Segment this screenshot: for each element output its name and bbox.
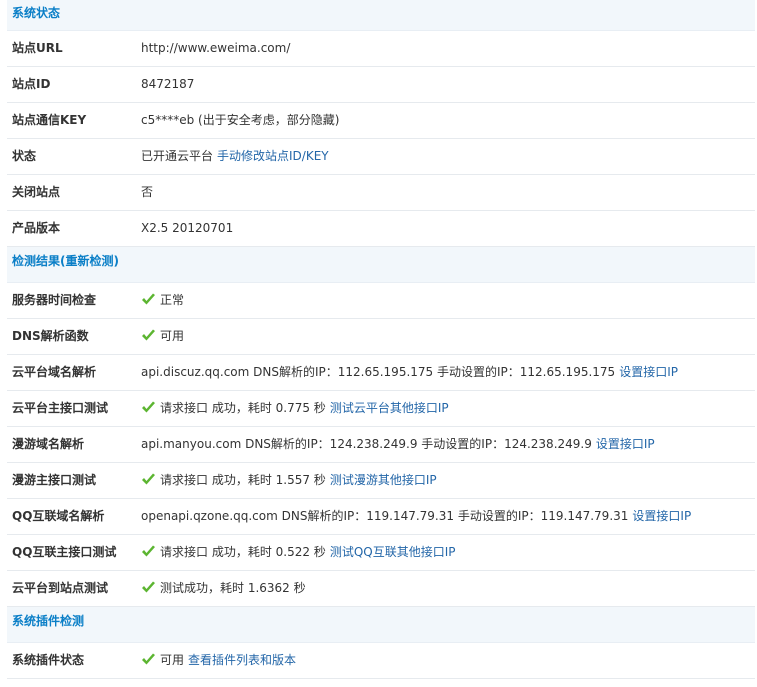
edit-site-id-key-link[interactable]: 手动修改站点ID/KEY <box>217 149 329 163</box>
row-server-time: 服务器时间检查 正常 <box>7 283 755 319</box>
row-qq-dns: QQ互联域名解析 openapi.qzone.qq.com DNS解析的IP：1… <box>7 499 755 535</box>
row-label: 站点URL <box>12 41 63 55</box>
row-cloud-api: 云平台主接口测试 请求接口 成功，耗时 0.775 秒测试云平台其他接口IP <box>7 391 755 427</box>
cloud-api-value: 请求接口 成功，耗时 0.775 秒 <box>160 401 326 415</box>
recheck-link[interactable]: 重新检测 <box>66 254 114 268</box>
row-label: 站点通信KEY <box>12 113 87 127</box>
row-plugin-state: 系统插件状态 可用 查看插件列表和版本 <box>7 643 755 679</box>
cloud-api-value-wrap: 请求接口 成功，耗时 0.775 秒测试云平台其他接口IP <box>141 391 449 426</box>
manyou-dns-value: api.manyou.com DNS解析的IP：124.238.249.9 手动… <box>141 437 592 451</box>
section-header-check-results: 检测结果(重新检测) <box>7 247 755 283</box>
row-label: 漫游域名解析 <box>12 437 85 451</box>
row-label: 云平台主接口测试 <box>12 401 109 415</box>
green-check-icon <box>142 293 155 305</box>
row-cloud-dns: 云平台域名解析 api.discuz.qq.com DNS解析的IP：112.6… <box>7 355 755 391</box>
row-dns-func: DNS解析函数 可用 <box>7 319 755 355</box>
server-time-value-wrap: 正常 <box>141 283 184 318</box>
section-title: 检测结果 <box>12 254 61 268</box>
qq-dns-value-wrap: openapi.qzone.qq.com DNS解析的IP：119.147.79… <box>141 499 691 534</box>
site-key-value: c5****eb (出于安全考虑，部分隐藏) <box>141 113 340 127</box>
row-close-site: 关闭站点 否 <box>7 175 755 211</box>
server-time-value: 正常 <box>160 293 185 307</box>
test-manyou-other-ip-link[interactable]: 测试漫游其他接口IP <box>330 473 437 487</box>
row-label: 关闭站点 <box>12 185 61 199</box>
row-label: 漫游主接口测试 <box>12 473 97 487</box>
row-state: 状态 已开通云平台 手动修改站点ID/KEY <box>7 139 755 175</box>
set-manyou-api-ip-link[interactable]: 设置接口IP <box>596 437 655 451</box>
row-label: QQ互联域名解析 <box>12 509 105 523</box>
row-label: 系统插件状态 <box>12 653 85 667</box>
section-title: 系统插件检测 <box>12 614 85 628</box>
row-label: 状态 <box>12 149 37 163</box>
row-manyou-dns: 漫游域名解析 api.manyou.com DNS解析的IP：124.238.2… <box>7 427 755 463</box>
row-label: 云平台到站点测试 <box>12 581 109 595</box>
qq-dns-value: openapi.qzone.qq.com DNS解析的IP：119.147.79… <box>141 509 629 523</box>
row-label: 站点ID <box>12 77 51 91</box>
paren-close: ) <box>113 254 119 268</box>
section-header-plugin-check: 系统插件检测 <box>7 607 755 643</box>
site-id-value: 8472187 <box>141 77 195 91</box>
row-label: 产品版本 <box>12 221 61 235</box>
green-check-icon <box>142 581 155 593</box>
green-check-icon <box>142 401 155 413</box>
row-cloud-to-site: 云平台到站点测试 测试成功，耗时 1.6362 秒 <box>7 571 755 607</box>
manyou-api-value-wrap: 请求接口 成功，耗时 1.557 秒测试漫游其他接口IP <box>141 463 437 498</box>
row-label: QQ互联主接口测试 <box>12 545 117 559</box>
qq-api-value-wrap: 请求接口 成功，耗时 0.522 秒测试QQ互联其他接口IP <box>141 535 455 570</box>
row-site-key: 站点通信KEY c5****eb (出于安全考虑，部分隐藏) <box>7 103 755 139</box>
dns-func-value: 可用 <box>160 329 185 343</box>
manyou-dns-value-wrap: api.manyou.com DNS解析的IP：124.238.249.9 手动… <box>141 427 655 462</box>
manyou-api-value: 请求接口 成功，耗时 1.557 秒 <box>160 473 326 487</box>
row-qq-api: QQ互联主接口测试 请求接口 成功，耗时 0.522 秒测试QQ互联其他接口IP <box>7 535 755 571</box>
row-next-partial <box>7 679 755 687</box>
set-qq-api-ip-link[interactable]: 设置接口IP <box>632 509 691 523</box>
row-manyou-api: 漫游主接口测试 请求接口 成功，耗时 1.557 秒测试漫游其他接口IP <box>7 463 755 499</box>
cloud-dns-value: api.discuz.qq.com DNS解析的IP：112.65.195.17… <box>141 365 616 379</box>
site-url-value: http://www.eweima.com/ <box>141 41 291 55</box>
row-label: 云平台域名解析 <box>12 365 97 379</box>
row-site-id: 站点ID 8472187 <box>7 67 755 103</box>
green-check-icon <box>142 653 155 665</box>
green-check-icon <box>142 545 155 557</box>
test-cloud-other-ip-link[interactable]: 测试云平台其他接口IP <box>330 401 449 415</box>
section-header-system-status: 系统状态 <box>7 0 755 31</box>
product-version-value: X2.5 20120701 <box>141 221 234 235</box>
set-cloud-api-ip-link[interactable]: 设置接口IP <box>619 365 678 379</box>
test-qq-other-ip-link[interactable]: 测试QQ互联其他接口IP <box>330 545 456 559</box>
state-value: 已开通云平台 <box>141 149 214 163</box>
cloud-dns-value-wrap: api.discuz.qq.com DNS解析的IP：112.65.195.17… <box>141 355 678 390</box>
plugin-state-value: 可用 <box>160 653 185 667</box>
row-product-version: 产品版本 X2.5 20120701 <box>7 211 755 247</box>
cloud-to-site-value-wrap: 测试成功，耗时 1.6362 秒 <box>141 571 306 606</box>
row-label: DNS解析函数 <box>12 329 89 343</box>
dns-func-value-wrap: 可用 <box>141 319 184 354</box>
qq-api-value: 请求接口 成功，耗时 0.522 秒 <box>160 545 326 559</box>
row-site-url: 站点URL http://www.eweima.com/ <box>7 31 755 67</box>
cloud-to-site-value: 测试成功，耗时 1.6362 秒 <box>160 581 306 595</box>
state-value-wrap: 已开通云平台 手动修改站点ID/KEY <box>141 139 329 174</box>
green-check-icon <box>142 473 155 485</box>
cloud-diagnostics-panel: 系统状态 站点URL http://www.eweima.com/ 站点ID 8… <box>0 0 757 687</box>
view-plugin-list-link[interactable]: 查看插件列表和版本 <box>188 653 296 667</box>
green-check-icon <box>142 329 155 341</box>
row-label: 服务器时间检查 <box>12 293 97 307</box>
plugin-state-value-wrap: 可用 查看插件列表和版本 <box>141 643 296 678</box>
section-title: 系统状态 <box>12 6 61 20</box>
close-site-value: 否 <box>141 185 154 199</box>
